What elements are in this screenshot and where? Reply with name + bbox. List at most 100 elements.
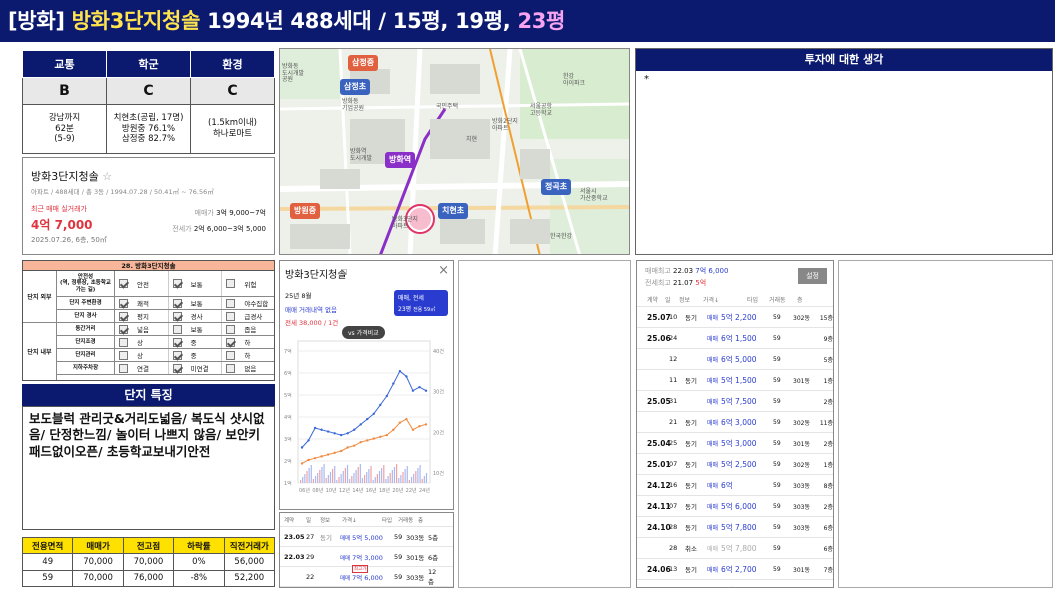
- trade-row[interactable]: 25.07 10 동기 매매 5억 2,200 59 302동 15층: [637, 307, 833, 328]
- map-marker[interactable]: 방화역: [385, 152, 416, 168]
- volume-bar: [319, 470, 321, 483]
- settings-button[interactable]: 설정: [798, 268, 827, 284]
- checkbox-icon[interactable]: [172, 279, 182, 288]
- checkbox-icon[interactable]: [119, 324, 128, 334]
- trade-col-header[interactable]: 정보: [677, 295, 701, 304]
- checklist-option-label: 위험: [244, 280, 257, 289]
- checklist-option[interactable]: 위험: [222, 271, 274, 296]
- trade-row[interactable]: 28 취소 매매 5억 7,800 59 6층: [637, 538, 833, 559]
- trade-floor: 2층: [823, 440, 833, 448]
- trade-price: 6억: [721, 480, 733, 490]
- trade-row[interactable]: 24.11 07 동기 매매 5억 6,000 59 303동 2층: [637, 496, 833, 517]
- checklist-option[interactable]: 하: [222, 349, 274, 361]
- volume-bar: [353, 473, 355, 483]
- checkbox-icon[interactable]: [226, 363, 236, 373]
- checkbox-icon[interactable]: [226, 311, 236, 321]
- checklist-option[interactable]: 쾌적: [115, 297, 169, 309]
- map-marker[interactable]: 방원중: [290, 203, 321, 219]
- checkbox-icon[interactable]: [172, 298, 182, 308]
- checklist-row-label: 안전성 (역, 정류장, 초등학교 가는 길): [57, 271, 115, 296]
- checklist-option[interactable]: 넓음: [115, 323, 169, 335]
- favorite-star-icon[interactable]: ☆: [102, 170, 112, 183]
- trade-row[interactable]: 25.06 24 매매 6억 1,500 59 9층: [637, 328, 833, 349]
- checklist-option[interactable]: 좁음: [222, 323, 274, 335]
- checklist-option[interactable]: 상: [115, 349, 169, 361]
- checklist-option[interactable]: 급경사: [222, 310, 274, 322]
- trade-type: 매매: [707, 398, 719, 406]
- checklist-option[interactable]: 보통: [169, 323, 223, 335]
- checkbox-icon[interactable]: [172, 337, 182, 347]
- trade-type: 매매: [707, 503, 719, 511]
- checkbox-icon[interactable]: [172, 324, 182, 334]
- map-marker[interactable]: 삼정중: [348, 55, 379, 71]
- checklist-option[interactable]: 연결: [115, 362, 169, 374]
- trade-row[interactable]: 12 매매 6억 5,000 59 5층: [637, 349, 833, 370]
- map-marker[interactable]: 정곡초: [541, 179, 572, 195]
- checkbox-icon[interactable]: [172, 311, 182, 321]
- trade-floor: 15층: [817, 586, 833, 588]
- share-icon[interactable]: ▯: [343, 267, 347, 276]
- price-cell: -8%: [173, 569, 225, 587]
- mini-trade-row[interactable]: 23.05 27 동기 매매 5억 5,000 59 303동 5층: [280, 527, 453, 547]
- chart-type-badge[interactable]: 매매, 전세 23평 전용 59㎡: [394, 290, 448, 316]
- checklist-option[interactable]: 평지: [115, 310, 169, 322]
- trade-row[interactable]: 24.0524취소매매5억 8,00059 15층: [637, 580, 833, 588]
- rating-header-school: 학군: [106, 50, 191, 78]
- checkbox-icon[interactable]: [226, 337, 236, 347]
- checklist-option[interactable]: 미연결: [169, 362, 223, 374]
- trade-col-header[interactable]: 거래동: [767, 295, 795, 304]
- chart-plot-area: [297, 340, 431, 484]
- trade-floor: 12층: [428, 567, 437, 586]
- checklist-option[interactable]: 안전: [115, 271, 169, 296]
- checkbox-icon[interactable]: [226, 298, 236, 308]
- checkbox-icon[interactable]: [119, 350, 128, 360]
- trade-floor: 15층: [819, 314, 833, 322]
- checkbox-icon[interactable]: [119, 279, 128, 288]
- location-map[interactable]: 삼정중 삼정초 방화역 방원중 치현초 정곡초 방화동 도시개발 공원 방화동 기업공원 한강…: [279, 48, 630, 255]
- checklist-option[interactable]: 보통: [169, 297, 223, 309]
- checklist-option[interactable]: 중: [169, 336, 223, 348]
- checklist-option[interactable]: 없음: [222, 362, 274, 374]
- trade-row[interactable]: 11 동기 매매 5억 1,500 59 301동 1층: [637, 370, 833, 391]
- checklist-option[interactable]: 하: [222, 336, 274, 348]
- trade-price: 6억 5,000: [721, 354, 757, 364]
- checkbox-icon[interactable]: [172, 363, 182, 373]
- trade-floor: 1층: [823, 377, 833, 385]
- checklist-option[interactable]: 경사: [169, 310, 223, 322]
- checklist-option[interactable]: 상: [115, 336, 169, 348]
- map-marker[interactable]: 삼정초: [340, 79, 371, 95]
- map-place-label: 한국한강: [550, 233, 573, 240]
- trade-row[interactable]: 24.06 13 동기 매매 6억 2,700 59 301동 7층: [637, 559, 833, 580]
- checkbox-icon[interactable]: [226, 279, 236, 288]
- checklist-option[interactable]: 야수집합: [222, 297, 274, 309]
- trade-col-header[interactable]: 가격↓: [701, 295, 745, 304]
- trade-row[interactable]: 25.04 25 동기 매매 5억 3,000 59 301동 2층: [637, 433, 833, 454]
- chart-point: [392, 428, 395, 431]
- trade-row[interactable]: 21 동기 매매 6억 3,000 59 302동 11층: [637, 412, 833, 433]
- max-sale-date: 22.03: [673, 267, 694, 275]
- trade-row[interactable]: 25.05 31 매매 5억 7,500 59 2층: [637, 391, 833, 412]
- trade-col-header[interactable]: 계약: [637, 295, 663, 304]
- trade-col-header[interactable]: 층: [795, 295, 815, 304]
- checklist-option[interactable]: 중: [169, 349, 223, 361]
- investment-note[interactable]: *: [636, 71, 1052, 88]
- map-marker[interactable]: 치현초: [438, 203, 469, 219]
- checkbox-icon[interactable]: [172, 350, 182, 360]
- trade-month: 25.04: [647, 438, 671, 448]
- mini-trade-row[interactable]: 22 최고가 매매 7억 6,000 59 303동 12층: [280, 564, 453, 587]
- trade-row[interactable]: 25.01 07 동기 매매 5억 2,500 59 302동 1층: [637, 454, 833, 475]
- trade-row[interactable]: 24.10 28 동기 매매 5억 7,800 59 303동 6층: [637, 517, 833, 538]
- close-icon[interactable]: ×: [438, 263, 449, 278]
- checklist-option[interactable]: 보통: [169, 271, 223, 296]
- trade-col-header[interactable]: 일: [663, 295, 677, 304]
- checkbox-icon[interactable]: [119, 298, 128, 308]
- checkbox-icon[interactable]: [119, 311, 128, 321]
- checkbox-icon[interactable]: [119, 363, 128, 373]
- checkbox-icon[interactable]: [119, 337, 128, 347]
- trade-row[interactable]: 24.12 16 동기 매매 6억 59 303동 8층: [637, 475, 833, 496]
- checkbox-icon[interactable]: [226, 350, 236, 360]
- checklist-option-label: 보통: [190, 280, 203, 289]
- chart-point: [359, 440, 362, 444]
- checkbox-icon[interactable]: [226, 324, 236, 334]
- trade-col-header[interactable]: 타입: [745, 295, 767, 304]
